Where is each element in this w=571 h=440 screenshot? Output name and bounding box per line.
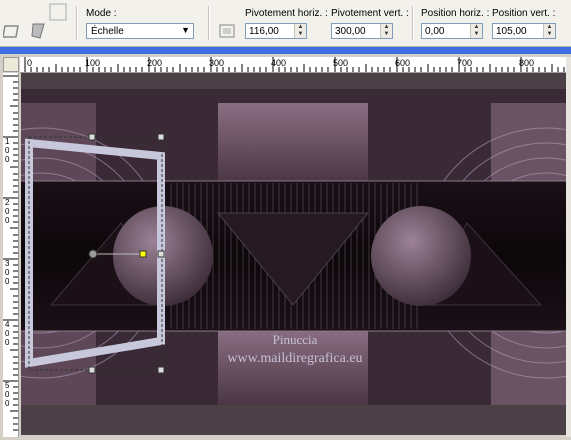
ruler-horizontal-ticks: 0 100 200 300 400 500 600 700 800 bbox=[24, 57, 565, 72]
spin-arrows-icon[interactable]: ▲ ▼ bbox=[543, 24, 555, 38]
spin-arrows-icon[interactable]: ▲ ▼ bbox=[380, 24, 392, 38]
ruler-vertical-ticks: 1 0 0 2 0 0 3 0 0 4 0 0 5 0 0 bbox=[3, 75, 18, 431]
pick-tool-icon[interactable] bbox=[28, 20, 50, 42]
pos-h-value: 0,00 bbox=[425, 26, 445, 37]
ruler-label: 500 bbox=[333, 58, 348, 68]
pos-h-label: Position horiz. : bbox=[421, 8, 490, 19]
ruler-label: 1 bbox=[5, 137, 10, 146]
ruler-label: 100 bbox=[85, 58, 100, 68]
pivot-v-value: 300,00 bbox=[335, 26, 366, 37]
pivot-v-label: Pivotement vert. : bbox=[331, 8, 409, 19]
chevron-down-icon: ▼ bbox=[181, 25, 190, 35]
ruler-label: 400 bbox=[271, 58, 286, 68]
ruler-label: 0 bbox=[5, 338, 10, 347]
ruler-label: 0 bbox=[5, 216, 10, 225]
ruler-label: 0 bbox=[5, 277, 10, 286]
watermark-url: www.maildiregrafica.eu bbox=[227, 351, 362, 366]
pivot-h-input[interactable]: 116,00 ▲ ▼ bbox=[245, 23, 307, 39]
ruler-label: 4 bbox=[5, 320, 10, 329]
ruler-label: 0 bbox=[5, 146, 10, 155]
document-title-bar[interactable] bbox=[0, 47, 571, 54]
ruler-label: 300 bbox=[209, 58, 224, 68]
ruler-label: 0 bbox=[5, 207, 10, 216]
mode-label: Mode : bbox=[86, 8, 117, 19]
spin-arrows-icon[interactable]: ▲ ▼ bbox=[294, 24, 306, 38]
ruler-label: 0 bbox=[5, 329, 10, 338]
pivot-v-input[interactable]: 300,00 ▲ ▼ bbox=[331, 23, 393, 39]
tool-options-toolbar: Mode : Échelle ▼ Pivotement horiz. : 116… bbox=[0, 0, 571, 47]
ruler-label: 0 bbox=[5, 399, 10, 408]
pos-v-value: 105,00 bbox=[496, 26, 527, 37]
ruler-label: 2 bbox=[5, 198, 10, 207]
pos-v-label: Position vert. : bbox=[492, 8, 556, 19]
image-canvas[interactable]: Pinuccia www.maildiregrafica.eu bbox=[21, 73, 567, 435]
pos-v-input[interactable]: 105,00 ▲ ▼ bbox=[492, 23, 556, 39]
deform-icon[interactable] bbox=[2, 20, 25, 42]
reset-icon[interactable] bbox=[216, 20, 238, 42]
ruler-label: 0 bbox=[5, 390, 10, 399]
vertical-scrollbar[interactable] bbox=[566, 57, 571, 437]
pivot-h-label: Pivotement horiz. : bbox=[245, 8, 328, 19]
ruler-label: 0 bbox=[5, 155, 10, 164]
ruler-label: 3 bbox=[5, 259, 10, 268]
mode-value: Échelle bbox=[91, 26, 124, 37]
pos-h-input[interactable]: 0,00 ▲ ▼ bbox=[421, 23, 483, 39]
ruler-label: 800 bbox=[519, 58, 534, 68]
ruler-corner bbox=[3, 57, 19, 72]
mode-dropdown[interactable]: Échelle ▼ bbox=[86, 23, 194, 39]
close-icon[interactable] bbox=[48, 2, 70, 24]
ruler-vertical: 1 0 0 2 0 0 3 0 0 4 0 0 5 0 0 bbox=[3, 73, 19, 437]
spin-arrows-icon[interactable]: ▲ ▼ bbox=[470, 24, 482, 38]
watermark-name: Pinuccia bbox=[273, 332, 318, 347]
ruler-label: 600 bbox=[395, 58, 410, 68]
pivot-h-value: 116,00 bbox=[249, 26, 279, 37]
ruler-label: 0 bbox=[27, 58, 32, 68]
ruler-label: 200 bbox=[147, 58, 162, 68]
ruler-label: 0 bbox=[5, 268, 10, 277]
ruler-horizontal: 0 100 200 300 400 500 600 700 800 bbox=[20, 57, 571, 73]
ruler-label: 700 bbox=[457, 58, 472, 68]
ruler-label: 5 bbox=[5, 381, 10, 390]
artwork: Pinuccia www.maildiregrafica.eu bbox=[21, 73, 567, 435]
